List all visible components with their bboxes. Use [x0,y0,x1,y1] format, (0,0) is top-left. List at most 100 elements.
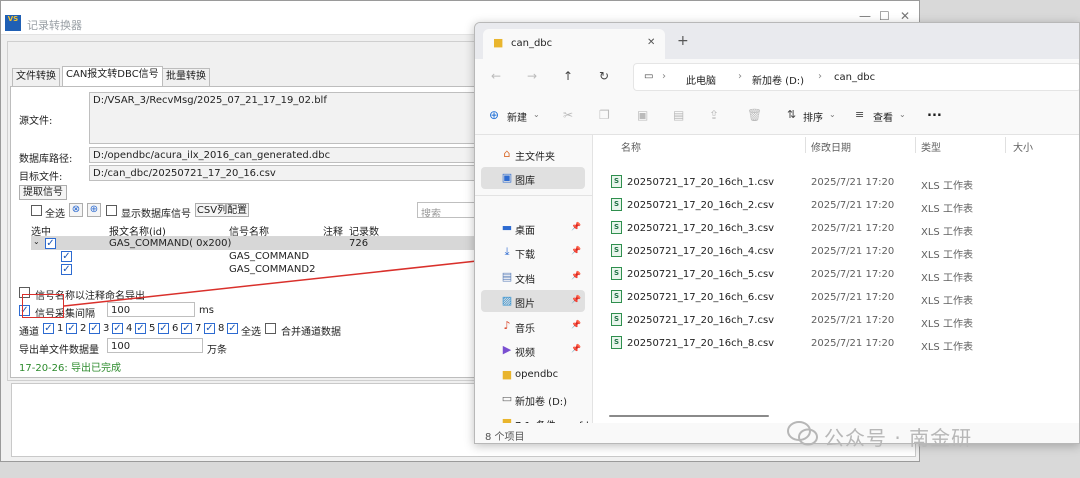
file-name: 20250721_17_20_16ch_2.csv [627,200,775,211]
breadcrumb-sep-icon: › [662,71,666,82]
new-tab-icon[interactable]: + [677,33,689,49]
nav-label: 文档 [515,275,535,286]
file-date: 2025/7/21 17:20 [811,292,895,303]
breadcrumb-folder[interactable]: can_dbc [834,72,875,83]
computer-icon: ▭ [644,71,654,82]
pin-icon[interactable]: 📌 [571,271,581,280]
nav-item-music[interactable]: ♪ 音乐 📌 [481,315,585,337]
nav-label: 图片 [515,299,535,310]
up-icon[interactable]: ↑ [563,69,573,83]
chevron-down-icon: ⌄ [533,110,540,119]
view-icon[interactable]: ≡ [855,108,864,121]
breadcrumb[interactable]: ▭ › 此电脑 › 新加卷 (D:) › can_dbc [633,63,1079,91]
explorer-toolbar: ⊕ 新建 ⌄ ✂ ❐ ▣ ▤ ⇪ 🗑 ⇅ 排序 ⌄ ≡ 查看 ⌄ ... [475,95,1079,135]
refresh-icon[interactable]: ↻ [599,69,609,83]
file-type: XLS 工作表 [921,319,973,330]
file-name: 20250721_17_20_16ch_3.csv [627,223,775,234]
col-name[interactable]: 名称 [621,139,641,154]
download-icon: ⤓ [504,245,510,258]
breadcrumb-sep-icon: › [738,71,742,82]
nav-item-gallery[interactable]: ▣ 图库 [481,167,585,189]
spreadsheet-file-icon: S [611,175,622,188]
document-icon: ▤ [501,270,513,283]
file-date: 2025/7/21 17:20 [811,269,895,280]
nav-item-documents[interactable]: ▤ 文档 📌 [481,266,585,288]
pin-icon[interactable]: 📌 [571,320,581,329]
horizontal-scrollbar[interactable] [609,415,769,417]
list-item[interactable]: S 20250721_17_20_16ch_6.csv 2025/7/21 17… [593,286,1079,309]
explorer-window: ■ can_dbc ✕ + ← → ↑ ↻ ▭ › 此电脑 › 新加卷 (D:)… [474,22,1080,444]
spreadsheet-file-icon: S [611,221,622,234]
file-type: XLS 工作表 [921,342,973,353]
explorer-tab-title: can_dbc [511,38,553,49]
sort-button[interactable]: 排序 [803,109,823,124]
col-type[interactable]: 类型 [921,139,941,154]
col-divider[interactable] [805,137,806,153]
nav-label: 桌面 [515,226,535,237]
nav-item-videos[interactable]: ▶ 视频 📌 [481,339,585,361]
breadcrumb-drive[interactable]: 新加卷 (D:) [752,72,804,87]
file-type: XLS 工作表 [921,181,973,192]
file-name: 20250721_17_20_16ch_6.csv [627,292,775,303]
list-item[interactable]: S 20250721_17_20_16ch_7.csv 2025/7/21 17… [593,309,1079,332]
new-button[interactable]: 新建 [507,109,527,124]
nav-item-opendbc[interactable]: ■ opendbc [481,364,585,386]
more-options-button[interactable]: ... [927,105,942,120]
pin-icon[interactable]: 📌 [571,295,581,304]
sort-icon[interactable]: ⇅ [787,108,796,121]
list-item[interactable]: S 20250721_17_20_16ch_4.csv 2025/7/21 17… [593,240,1079,263]
file-name: 20250721_17_20_16ch_8.csv [627,338,775,349]
nav-label: 下载 [515,250,535,261]
nav-item-home[interactable]: ⌂ 主文件夹 [481,143,585,165]
spreadsheet-file-icon: S [611,336,622,349]
col-size[interactable]: 大小 [1013,139,1033,154]
file-date: 2025/7/21 17:20 [811,200,895,211]
nav-item-desktop[interactable]: ▬ 桌面 📌 [481,217,585,239]
nav-item-pictures[interactable]: ▨ 图片 📌 [481,290,585,312]
list-item[interactable]: S 20250721_17_20_16ch_1.csv 2025/7/21 17… [593,171,1079,194]
gallery-icon: ▣ [501,171,513,184]
spreadsheet-file-icon: S [611,313,622,326]
forward-icon[interactable]: → [527,69,537,83]
list-item[interactable]: S 20250721_17_20_16ch_5.csv 2025/7/21 17… [593,263,1079,286]
home-icon: ⌂ [503,147,511,160]
back-icon[interactable]: ← [491,69,501,83]
file-type: XLS 工作表 [921,227,973,238]
nav-label: 图库 [515,176,535,187]
rename-icon[interactable]: ▤ [673,108,684,122]
file-date: 2025/7/21 17:20 [811,223,895,234]
file-name: 20250721_17_20_16ch_7.csv [627,315,775,326]
chevron-down-icon: ⌄ [899,110,906,119]
delete-icon[interactable]: 🗑 [747,108,762,122]
cut-icon[interactable]: ✂ [563,108,573,122]
pin-icon[interactable]: 📌 [571,222,581,231]
list-item[interactable]: S 20250721_17_20_16ch_2.csv 2025/7/21 17… [593,194,1079,217]
col-divider[interactable] [1005,137,1006,153]
pin-icon[interactable]: 📌 [571,246,581,255]
paste-icon[interactable]: ▣ [637,108,648,122]
list-item[interactable]: S 20250721_17_20_16ch_8.csv 2025/7/21 17… [593,332,1079,355]
file-list: ︿ 名称 修改日期 类型 大小 S 20250721_17_20_16ch_1.… [593,135,1079,423]
new-icon[interactable]: ⊕ [489,108,499,122]
nav-divider [475,195,593,196]
pin-icon[interactable]: 📌 [571,344,581,353]
explorer-tab[interactable]: ■ can_dbc ✕ [483,29,665,59]
music-icon: ♪ [503,319,511,332]
nav-item-drive-d[interactable]: ▭ 新加卷 (D:) [481,388,585,410]
list-item[interactable]: S 20250721_17_20_16ch_3.csv 2025/7/21 17… [593,217,1079,240]
folder-icon: ■ [501,368,513,381]
chevron-down-icon: ⌄ [829,110,836,119]
col-date[interactable]: 修改日期 [811,139,851,154]
share-icon[interactable]: ⇪ [709,108,719,122]
desktop-icon: ▬ [501,221,513,234]
file-date: 2025/7/21 17:20 [811,177,895,188]
col-divider[interactable] [915,137,916,153]
copy-icon[interactable]: ❐ [599,108,610,122]
breadcrumb-this-pc[interactable]: 此电脑 [686,72,716,87]
nav-item-downloads[interactable]: ⤓ 下载 📌 [481,241,585,263]
nav-label: 新加卷 (D:) [515,397,568,408]
navigation-pane: ⌂ 主文件夹 ▣ 图库 ▬ 桌面 📌 ⤓ 下载 📌 ▤ 文档 📌 ▨ 图片 📌 [475,135,593,432]
video-icon: ▶ [502,343,512,356]
view-button[interactable]: 查看 [873,109,893,124]
close-tab-icon[interactable]: ✕ [647,37,655,48]
